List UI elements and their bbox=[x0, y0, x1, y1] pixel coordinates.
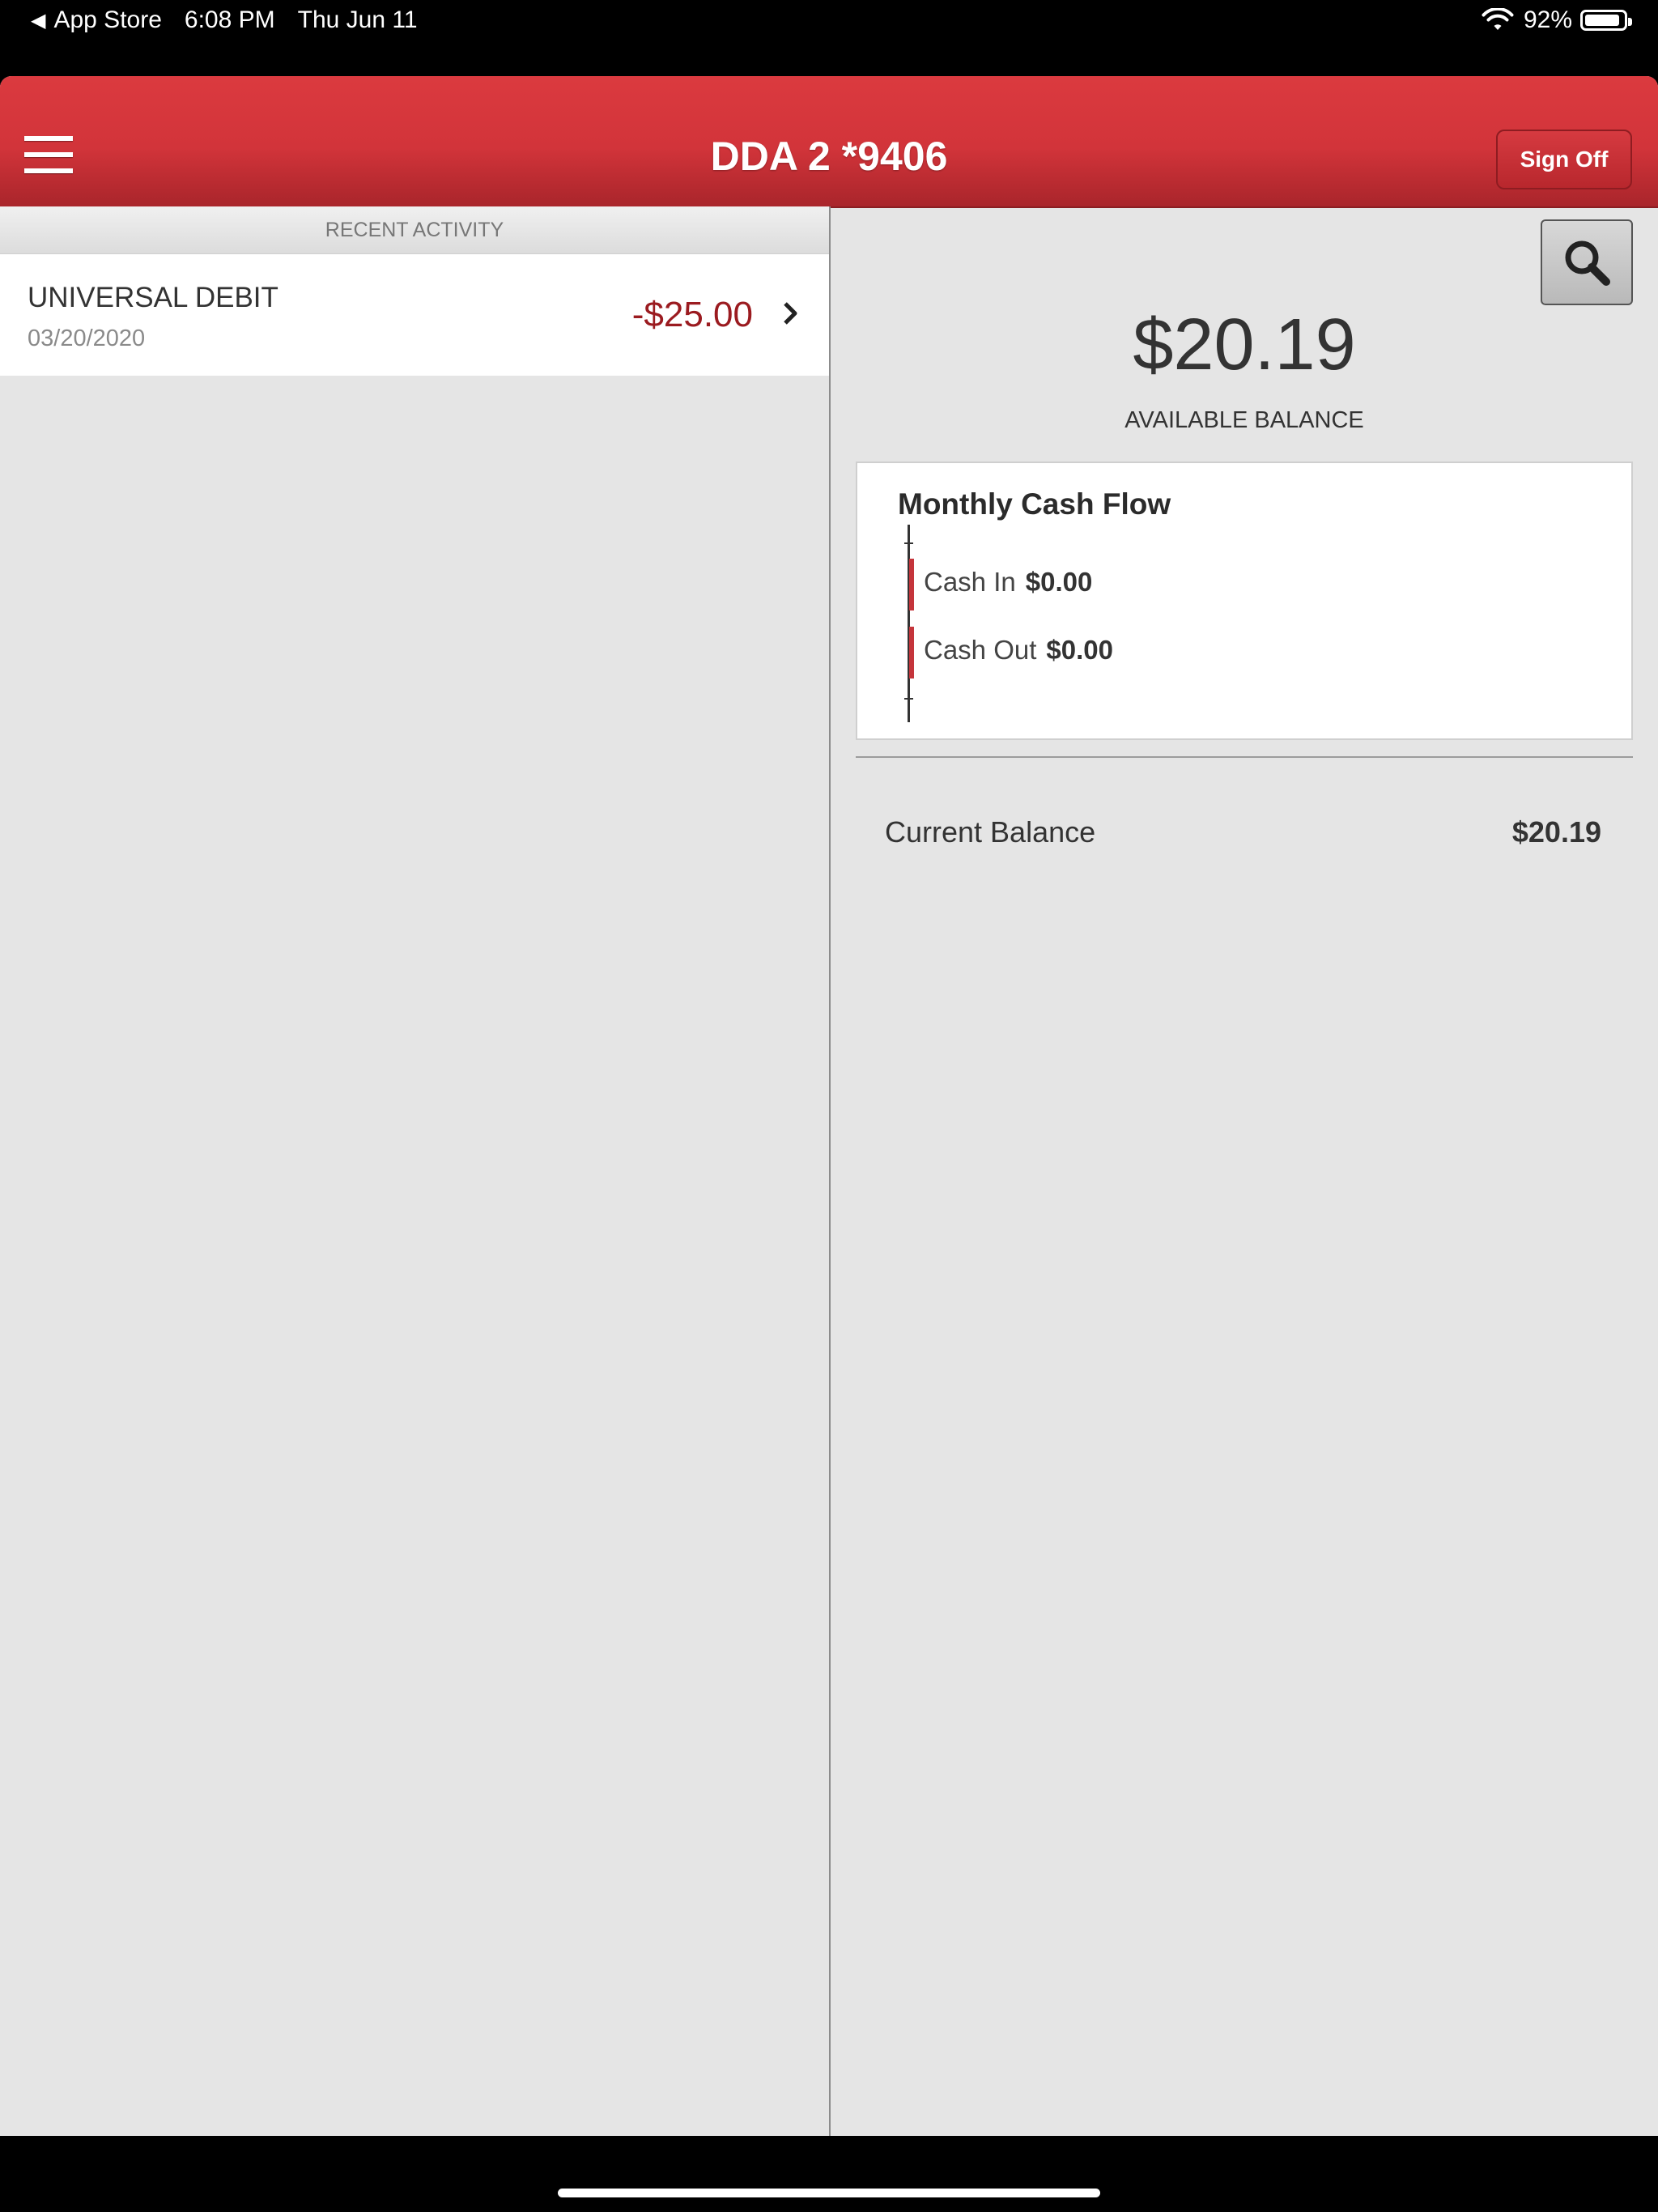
battery-percent: 92% bbox=[1523, 6, 1572, 33]
current-balance-value: $20.19 bbox=[1511, 815, 1601, 849]
available-balance-value: $20.19 bbox=[1133, 304, 1356, 385]
back-to-app-label[interactable]: App Store bbox=[53, 6, 161, 34]
transaction-name: UNIVERSAL DEBIT bbox=[28, 282, 278, 313]
status-time: 6:08 PM bbox=[184, 6, 275, 33]
cash-flow-axis bbox=[908, 525, 910, 722]
transaction-date: 03/20/2020 bbox=[28, 325, 146, 351]
battery-fill bbox=[1585, 15, 1620, 26]
battery-icon bbox=[1580, 10, 1632, 31]
page-title: DDA 2 *9406 bbox=[710, 134, 948, 179]
app-window: DDA 2 *9406 Sign Off RECENT ACTIVITY UNI… bbox=[0, 76, 1658, 2136]
cash-out-value: $0.00 bbox=[1046, 635, 1113, 665]
chevron-right-icon[interactable] bbox=[782, 301, 798, 325]
recent-activity-panel: RECENT ACTIVITY UNIVERSAL DEBIT 03/20/20… bbox=[0, 206, 829, 2136]
cash-flow-title: Monthly Cash Flow bbox=[898, 487, 1171, 521]
cash-out-bar bbox=[909, 627, 914, 678]
cash-flow-axis-tick bbox=[904, 698, 913, 700]
cash-flow-axis-tick bbox=[904, 542, 913, 544]
search-icon bbox=[1565, 240, 1610, 286]
cash-in-label: Cash In bbox=[924, 567, 1016, 597]
available-balance-label: AVAILABLE BALANCE bbox=[1124, 407, 1364, 433]
sign-off-button[interactable]: Sign Off bbox=[1496, 130, 1632, 189]
recent-activity-heading: RECENT ACTIVITY bbox=[0, 206, 829, 254]
monthly-cash-flow-card[interactable]: Monthly Cash Flow Cash In $0.00 Cash Out $… bbox=[856, 462, 1633, 740]
back-arrow-icon[interactable]: ◀ bbox=[31, 9, 45, 32]
current-balance-label: Current Balance bbox=[885, 815, 1096, 849]
app-header: DDA 2 *9406 Sign Off bbox=[0, 76, 1658, 208]
cash-in-value: $0.00 bbox=[1025, 567, 1093, 597]
section-divider bbox=[856, 756, 1633, 758]
wifi-icon bbox=[1482, 8, 1514, 30]
status-bar: ◀ App Store 6:08 PM Thu Jun 11 92% bbox=[0, 0, 1658, 76]
status-date: Thu Jun 11 bbox=[297, 6, 418, 33]
cash-out-label: Cash Out bbox=[924, 635, 1037, 665]
transaction-amount: -$25.00 bbox=[631, 295, 753, 334]
account-summary-panel: $20.19 AVAILABLE BALANCE Monthly Cash Fl… bbox=[831, 206, 1658, 2136]
search-button[interactable] bbox=[1541, 219, 1633, 305]
status-bar-right: 92% bbox=[1482, 6, 1632, 34]
transaction-row[interactable]: UNIVERSAL DEBIT 03/20/2020 -$25.00 bbox=[0, 254, 829, 376]
cash-out-row: Cash Out $0.00 bbox=[924, 635, 1113, 666]
cash-in-bar bbox=[909, 559, 914, 610]
home-indicator[interactable] bbox=[558, 2189, 1100, 2197]
status-bar-left[interactable]: ◀ App Store 6:08 PM Thu Jun 11 bbox=[31, 6, 418, 34]
cash-in-row: Cash In $0.00 bbox=[924, 567, 1092, 598]
